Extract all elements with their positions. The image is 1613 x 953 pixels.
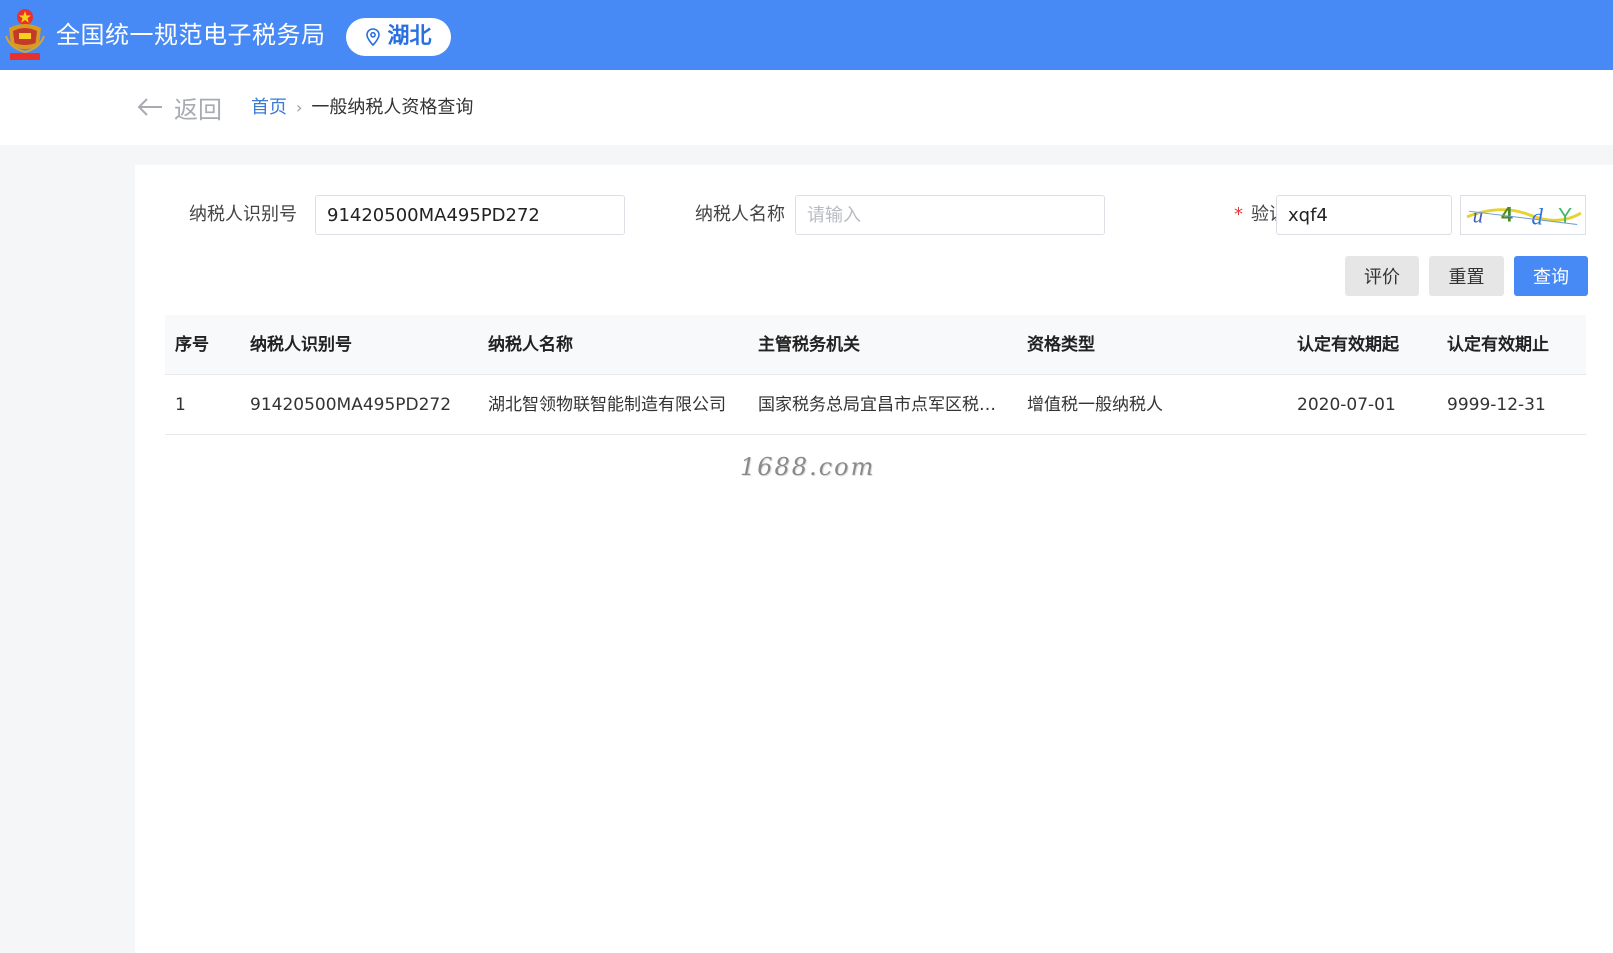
cell-taxpayer-name: 湖北智领物联智能制造有限公司 [488,395,726,415]
cell-index: 1 [175,395,186,415]
required-mark: * [1234,204,1243,225]
breadcrumb-bar: 返回 首页 › 一般纳税人资格查询 [0,70,1613,145]
cell-taxpayer-id: 91420500MA495PD272 [250,395,452,415]
table-row[interactable]: 1 91420500MA495PD272 湖北智领物联智能制造有限公司 国家税务… [165,375,1586,435]
cell-valid-from: 2020-07-01 [1297,395,1396,415]
svg-text:d: d [1532,205,1544,230]
back-label: 返回 [174,95,222,124]
column-header-taxpayer-id: 纳税人识别号 [250,335,352,355]
watermark-text: 1688.com [740,453,876,481]
query-card: 纳税人识别号 纳税人名称 *验证码 u 4 d Y 评价 重置 查询 序号 纳税… [135,165,1613,953]
tax-emblem-logo [5,9,45,60]
location-pin-icon [366,28,381,46]
column-header-index: 序号 [175,335,209,355]
column-header-valid-from: 认定有效期起 [1297,335,1399,355]
cell-qualification-type: 增值税一般纳税人 [1027,395,1163,415]
column-header-taxpayer-name: 纳税人名称 [488,335,573,355]
region-selector[interactable]: 湖北 [346,18,451,56]
region-label: 湖北 [387,24,432,49]
evaluate-button[interactable]: 评价 [1345,256,1419,296]
arrow-left-icon [137,98,162,116]
taxpayer-id-input[interactable] [315,195,625,235]
breadcrumb-current: 一般纳税人资格查询 [311,97,474,118]
cell-tax-authority: 国家税务总局宜昌市点军区税务局 [758,395,1006,415]
column-header-tax-authority: 主管税务机关 [758,335,860,355]
column-header-valid-to: 认定有效期止 [1447,335,1549,355]
taxpayer-name-label: 纳税人名称 [695,204,785,225]
taxpayer-id-label: 纳税人识别号 [189,204,297,225]
cell-valid-to: 9999-12-31 [1447,395,1546,415]
captcha-image[interactable]: u 4 d Y [1460,195,1586,235]
svg-text:Y: Y [1558,205,1572,228]
results-table: 序号 纳税人识别号 纳税人名称 主管税务机关 资格类型 认定有效期起 认定有效期… [165,315,1586,435]
taxpayer-name-input[interactable] [795,195,1105,235]
captcha-input[interactable] [1276,195,1452,235]
breadcrumb-separator: › [296,98,303,117]
column-header-qualification-type: 资格类型 [1027,335,1095,355]
breadcrumb-home-link[interactable]: 首页 [251,96,287,120]
svg-text:u: u [1473,204,1483,228]
site-title: 全国统一规范电子税务局 [56,21,326,49]
breadcrumb: 首页 › 一般纳税人资格查询 [251,96,473,120]
table-header: 序号 纳税人识别号 纳税人名称 主管税务机关 资格类型 认定有效期起 认定有效期… [165,315,1586,375]
top-header: 全国统一规范电子税务局 湖北 [0,0,1613,70]
back-button[interactable]: 返回 [136,90,222,124]
reset-button[interactable]: 重置 [1429,256,1504,296]
query-button[interactable]: 查询 [1514,256,1588,296]
